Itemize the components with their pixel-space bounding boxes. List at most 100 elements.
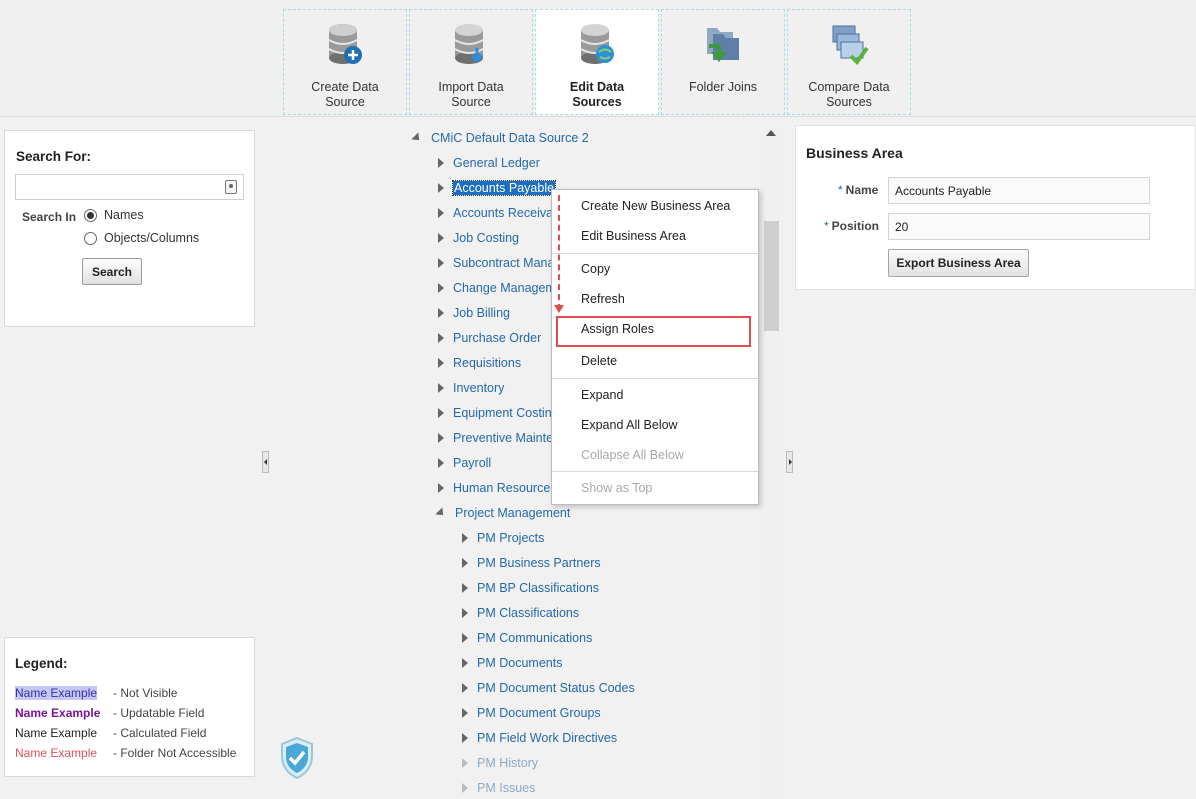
right-panel-collapse-handle[interactable] bbox=[786, 451, 793, 473]
tree-child-item[interactable]: PM Document Groups bbox=[462, 704, 601, 722]
radio-objects-columns[interactable]: Objects/Columns bbox=[84, 231, 199, 245]
collapsed-arrow-icon[interactable] bbox=[438, 407, 444, 418]
position-field[interactable] bbox=[888, 213, 1150, 240]
collapsed-arrow-icon[interactable] bbox=[438, 232, 444, 243]
collapsed-arrow-icon[interactable] bbox=[438, 382, 444, 393]
radio-names-button[interactable] bbox=[84, 208, 97, 222]
tree-item[interactable]: Requisitions bbox=[438, 354, 521, 372]
compare-data-sources-button[interactable]: Compare Data Sources bbox=[787, 9, 911, 115]
tree-item[interactable]: Inventory bbox=[438, 379, 504, 397]
menu-item-delete[interactable]: Delete bbox=[552, 350, 758, 372]
tree-item-selected[interactable]: Accounts Payable bbox=[438, 179, 557, 197]
tree-item[interactable]: Preventive Mainter bbox=[438, 429, 557, 447]
tree-child-item[interactable]: PM History bbox=[462, 754, 538, 772]
scrollbar-thumb[interactable] bbox=[764, 221, 779, 331]
tree-item-expanded[interactable]: Project Management bbox=[435, 504, 570, 522]
contact-card-icon[interactable] bbox=[225, 180, 237, 194]
create-data-source-label-1: Create Data bbox=[311, 80, 379, 94]
menu-item-expand-all-below[interactable]: Expand All Below bbox=[552, 414, 758, 436]
collapsed-arrow-icon[interactable] bbox=[438, 432, 444, 443]
folder-joins-button[interactable]: Folder Joins bbox=[661, 9, 785, 115]
import-data-source-label-1: Import Data bbox=[438, 80, 504, 94]
expanded-arrow-icon[interactable] bbox=[435, 507, 447, 519]
collapsed-arrow-icon[interactable] bbox=[462, 757, 468, 768]
tree-scrollbar[interactable] bbox=[763, 126, 780, 799]
tree-child-item[interactable]: PM Projects bbox=[462, 529, 544, 547]
collapsed-arrow-icon[interactable] bbox=[438, 207, 444, 218]
tree-item[interactable]: Subcontract Mana bbox=[438, 254, 554, 272]
tree-child-item[interactable]: PM Business Partners bbox=[462, 554, 601, 572]
tree-item[interactable]: Job Costing bbox=[438, 229, 519, 247]
legend-desc-calculated: - Calculated Field bbox=[113, 726, 207, 740]
business-area-title: Business Area bbox=[806, 145, 903, 161]
tree-item[interactable]: Equipment Costin bbox=[438, 404, 552, 422]
collapsed-arrow-icon[interactable] bbox=[462, 632, 468, 643]
collapsed-arrow-icon[interactable] bbox=[438, 282, 444, 293]
collapsed-arrow-icon[interactable] bbox=[462, 782, 468, 793]
collapsed-arrow-icon[interactable] bbox=[438, 332, 444, 343]
collapsed-arrow-icon[interactable] bbox=[462, 732, 468, 743]
collapsed-arrow-icon[interactable] bbox=[438, 457, 444, 468]
collapsed-arrow-icon[interactable] bbox=[438, 157, 444, 168]
collapsed-arrow-icon[interactable] bbox=[462, 657, 468, 668]
collapsed-arrow-icon[interactable] bbox=[438, 182, 444, 193]
tree-root[interactable]: CMiC Default Data Source 2 bbox=[411, 129, 589, 147]
create-data-source-button[interactable]: Create Data Source bbox=[283, 9, 407, 115]
collapsed-arrow-icon[interactable] bbox=[438, 257, 444, 268]
menu-item-show-as-top: Show as Top bbox=[581, 481, 653, 495]
tree-item[interactable]: Payroll bbox=[438, 454, 491, 472]
tree-child-item[interactable]: PM Documents bbox=[462, 654, 562, 672]
tree-child-item[interactable]: PM Document Status Codes bbox=[462, 679, 635, 697]
position-field-label: * Position bbox=[824, 219, 880, 233]
menu-item-copy[interactable]: Copy bbox=[552, 258, 758, 280]
radio-objects-columns-button[interactable] bbox=[84, 231, 97, 245]
tree-item[interactable]: General Ledger bbox=[438, 154, 540, 172]
collapsed-arrow-icon[interactable] bbox=[462, 532, 468, 543]
edit-data-sources-button[interactable]: Edit Data Sources bbox=[535, 9, 659, 115]
tree-child-item[interactable]: PM Issues bbox=[462, 779, 535, 797]
tree-child-item[interactable]: PM BP Classifications bbox=[462, 579, 599, 597]
collapsed-arrow-icon[interactable] bbox=[462, 682, 468, 693]
tree-item[interactable]: Job Billing bbox=[438, 304, 510, 322]
tree-item[interactable]: Human Resource bbox=[438, 479, 550, 497]
collapsed-arrow-icon[interactable] bbox=[462, 607, 468, 618]
edit-data-sources-label-1: Edit Data bbox=[569, 80, 625, 94]
tree-child-item[interactable]: PM Communications bbox=[462, 629, 592, 647]
database-edit-icon bbox=[580, 24, 614, 64]
top-toolbar: Create Data Source Import Data Source Ed… bbox=[0, 0, 1196, 117]
name-field-label: * Name bbox=[838, 183, 879, 197]
name-field[interactable] bbox=[888, 177, 1150, 204]
compare-data-sources-label-1: Compare Data bbox=[808, 80, 890, 94]
collapsed-arrow-icon[interactable] bbox=[462, 707, 468, 718]
collapsed-arrow-icon[interactable] bbox=[462, 557, 468, 568]
edit-data-sources-label-2: Sources bbox=[572, 95, 622, 109]
menu-item-assign-roles[interactable]: Assign Roles bbox=[552, 318, 758, 340]
create-data-source-label-2: Source bbox=[325, 95, 365, 109]
menu-item-refresh[interactable]: Refresh bbox=[552, 288, 758, 310]
collapsed-arrow-icon[interactable] bbox=[462, 582, 468, 593]
search-input[interactable] bbox=[15, 174, 244, 200]
menu-item-collapse-all-below: Collapse All Below bbox=[581, 448, 684, 462]
scroll-up-icon[interactable] bbox=[766, 130, 776, 136]
required-marker: * bbox=[824, 219, 829, 233]
tree-item[interactable]: Purchase Order bbox=[438, 329, 541, 347]
import-data-source-button[interactable]: Import Data Source bbox=[409, 9, 533, 115]
menu-item-create-new-business-area[interactable]: Create New Business Area bbox=[552, 195, 758, 217]
export-business-area-button[interactable]: Export Business Area bbox=[888, 249, 1029, 277]
required-marker: * bbox=[838, 183, 843, 197]
tree-item[interactable]: Accounts Receival bbox=[438, 204, 556, 222]
menu-item-edit-business-area[interactable]: Edit Business Area bbox=[552, 225, 758, 247]
radio-names[interactable]: Names bbox=[84, 208, 144, 222]
search-button[interactable]: Search bbox=[82, 258, 142, 285]
collapsed-arrow-icon[interactable] bbox=[438, 307, 444, 318]
menu-item-expand[interactable]: Expand bbox=[552, 384, 758, 406]
legend-row-calculated: Name Example - Calculated Field bbox=[15, 726, 206, 740]
legend-name-calculated: Name Example bbox=[15, 726, 98, 740]
tree-child-item[interactable]: PM Classifications bbox=[462, 604, 579, 622]
tree-item[interactable]: Change Managem bbox=[438, 279, 556, 297]
collapsed-arrow-icon[interactable] bbox=[438, 357, 444, 368]
expanded-arrow-icon[interactable] bbox=[411, 132, 423, 144]
collapsed-arrow-icon[interactable] bbox=[438, 482, 444, 493]
tree-child-item[interactable]: PM Field Work Directives bbox=[462, 729, 617, 747]
legend-row-updatable: Name Example - Updatable Field bbox=[15, 706, 204, 720]
